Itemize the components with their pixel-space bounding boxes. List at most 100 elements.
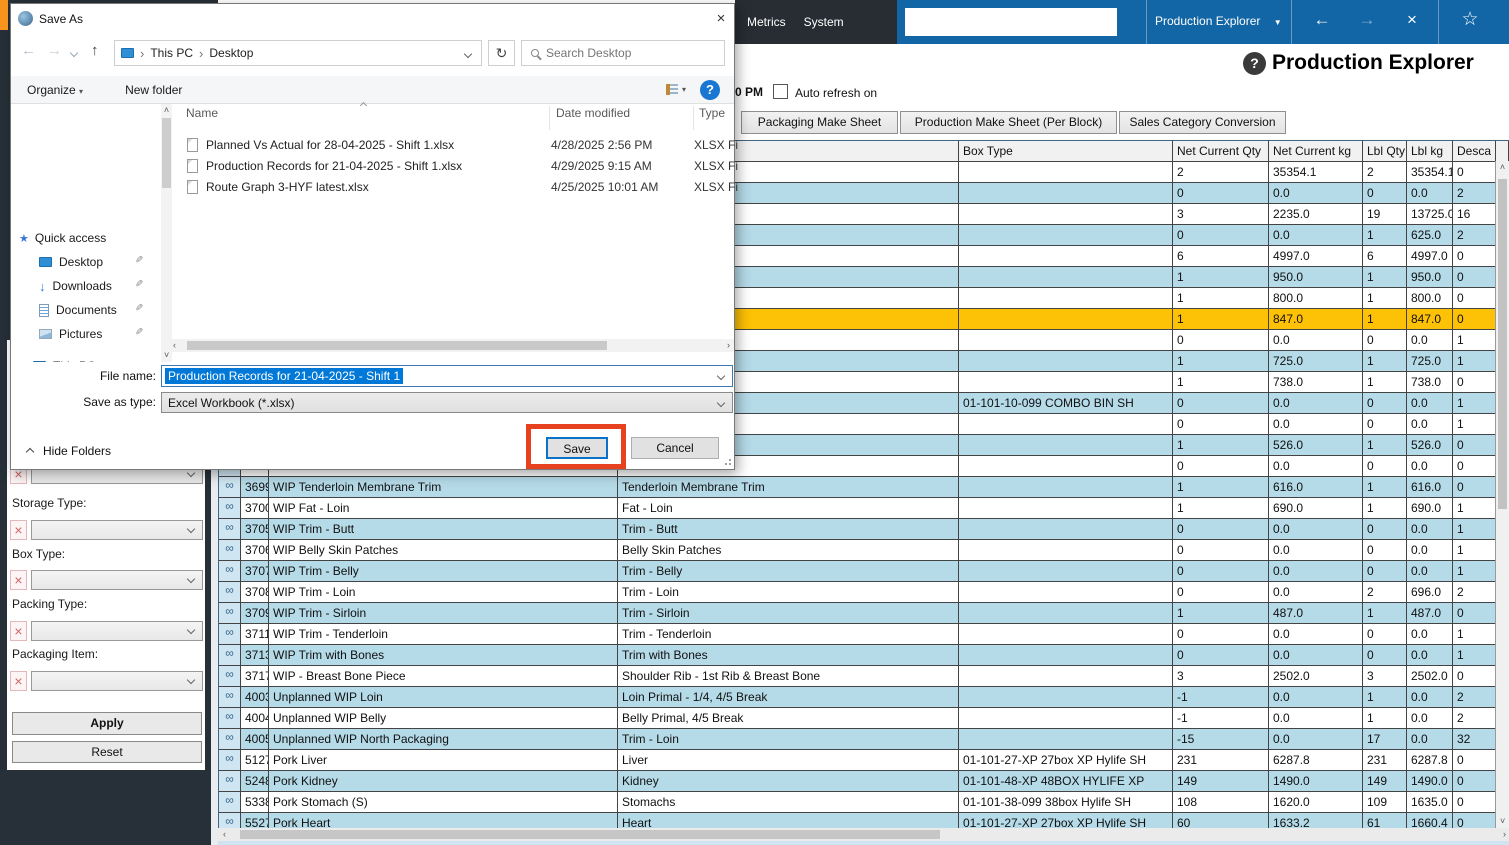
save-type-select[interactable]: Excel Workbook (*.xlsx) [161, 392, 733, 413]
chevron-down-icon[interactable] [717, 399, 725, 407]
new-folder-button[interactable]: New folder [125, 83, 182, 97]
scroll-right-icon[interactable]: › [1503, 828, 1506, 841]
dialog-search-box[interactable] [521, 40, 725, 66]
link-icon[interactable]: ∞ [219, 771, 241, 792]
filter-clear-button[interactable]: × [10, 520, 27, 540]
table-row[interactable]: ∞5527Pork HeartHeart01-101-27-XP 27box X… [219, 813, 1508, 829]
scroll-left-icon[interactable]: ‹ [173, 339, 176, 352]
cancel-button[interactable]: Cancel [631, 437, 719, 459]
file-row[interactable]: Route Graph 3-HYF latest.xlsx4/25/2025 1… [169, 176, 734, 197]
tab-sales-category-conversion[interactable]: Sales Category Conversion [1119, 111, 1286, 134]
table-row[interactable]: ∞3717WIP - Breast Bone PieceShoulder Rib… [219, 666, 1508, 687]
file-name-input[interactable]: Production Records for 21-04-2025 - Shif… [161, 365, 733, 387]
link-icon[interactable]: ∞ [219, 540, 241, 561]
link-icon[interactable]: ∞ [219, 498, 241, 519]
app-search-input[interactable] [905, 8, 1117, 36]
file-row[interactable]: Production Records for 21-04-2025 - Shif… [169, 155, 734, 176]
column-header-lbl-qty[interactable]: Lbl Qty [1363, 141, 1407, 162]
breadcrumb[interactable]: ›This PC›Desktop [114, 40, 482, 66]
column-header-name[interactable]: Name [186, 106, 218, 120]
menu-item-system[interactable]: System [804, 15, 844, 29]
scrollbar-thumb[interactable] [240, 830, 940, 839]
up-arrow-icon[interactable]: ↑ [91, 42, 99, 59]
horizontal-scrollbar[interactable]: ‹ › [218, 828, 1509, 841]
vertical-scrollbar[interactable]: ˄ ˅ [1495, 161, 1509, 828]
close-icon[interactable]: × [709, 9, 733, 29]
view-selector[interactable]: Production Explorer ▼ [1155, 14, 1282, 28]
chevron-down-icon[interactable] [717, 372, 725, 380]
table-row[interactable]: ∞4004Unplanned WIP BellyBelly Primal, 4/… [219, 708, 1508, 729]
breadcrumb-item-desktop[interactable]: Desktop [209, 46, 253, 61]
file-list-hscrollbar[interactable]: ‹ › [169, 339, 734, 352]
table-row[interactable]: ∞3709WIP Trim - SirloinTrim - Sirloin148… [219, 603, 1508, 624]
hide-folders-button[interactable]: Hide Folders [43, 444, 111, 458]
resize-grip[interactable] [723, 459, 731, 467]
scroll-right-icon[interactable]: › [727, 339, 730, 352]
table-row[interactable]: ∞3711WIP Trim - TenderloinTrim - Tenderl… [219, 624, 1508, 645]
filter-dropdown[interactable] [31, 520, 203, 540]
menu-item-metrics[interactable]: Metrics [747, 15, 786, 29]
scrollbar-thumb[interactable] [187, 341, 607, 350]
sidebar-item-desktop[interactable]: Desktop [39, 252, 103, 272]
tab-production-make-sheet-per-block-[interactable]: Production Make Sheet (Per Block) [900, 111, 1117, 134]
table-row[interactable]: ∞5127Pork LiverLiver01-101-27-XP 27box X… [219, 750, 1508, 771]
link-icon[interactable]: ∞ [219, 729, 241, 750]
column-header-net-current-kg[interactable]: Net Current kg [1269, 141, 1363, 162]
table-row[interactable]: ∞3699WIP Tenderloin Membrane TrimTenderl… [219, 477, 1508, 498]
filter-dropdown[interactable] [31, 570, 203, 590]
link-icon[interactable]: ∞ [219, 645, 241, 666]
link-icon[interactable]: ∞ [219, 603, 241, 624]
link-icon[interactable]: ∞ [219, 624, 241, 645]
table-row[interactable]: ∞3708WIP Trim - LoinTrim - Loin00.02696.… [219, 582, 1508, 603]
search-input[interactable] [546, 46, 696, 60]
sidebar-item-this-pc[interactable]: This PC [33, 356, 96, 362]
help-icon[interactable]: ? [1243, 52, 1266, 75]
refresh-icon[interactable]: ↻ [488, 40, 515, 66]
forward-arrow-icon[interactable]: → [1354, 10, 1380, 30]
reset-button[interactable]: Reset [12, 741, 202, 763]
filter-dropdown[interactable] [31, 671, 203, 691]
favorite-star-icon[interactable]: ☆ [1457, 8, 1483, 31]
table-row[interactable]: ∞4003Unplanned WIP LoinLoin Primal - 1/4… [219, 687, 1508, 708]
link-icon[interactable]: ∞ [219, 813, 241, 829]
link-icon[interactable]: ∞ [219, 519, 241, 540]
link-icon[interactable]: ∞ [219, 750, 241, 771]
table-row[interactable]: ∞3707WIP Trim - BellyTrim - Belly00.000.… [219, 561, 1508, 582]
sidebar-item-documents[interactable]: Documents [39, 300, 117, 320]
table-row[interactable]: ∞5248Pork KidneyKidney01-101-48-XP 48BOX… [219, 771, 1508, 792]
view-options-button[interactable]: ▾ [666, 84, 686, 95]
link-icon[interactable]: ∞ [219, 666, 241, 687]
sidebar-item-quick-access[interactable]: ★Quick access [19, 228, 106, 248]
close-icon[interactable]: × [1399, 10, 1425, 30]
table-row[interactable]: ∞5338Pork Stomach (S)Stomachs01-101-38-0… [219, 792, 1508, 813]
link-icon[interactable]: ∞ [219, 582, 241, 603]
table-row[interactable]: ∞3705WIP Trim - ButtTrim - Butt00.000.01 [219, 519, 1508, 540]
sidebar-item-pictures[interactable]: Pictures [39, 324, 102, 344]
apply-button[interactable]: Apply [12, 712, 202, 735]
filter-clear-button[interactable]: × [10, 570, 27, 590]
link-icon[interactable]: ∞ [219, 687, 241, 708]
link-icon[interactable]: ∞ [219, 708, 241, 729]
organize-button[interactable]: Organize ▾ [27, 83, 83, 97]
filter-dropdown[interactable] [31, 621, 203, 641]
breadcrumb-item-this-pc[interactable]: This PC [150, 46, 193, 61]
chevron-down-icon[interactable] [70, 49, 78, 57]
scroll-down-icon[interactable]: ˅ [1500, 815, 1505, 828]
filter-clear-button[interactable]: × [10, 671, 27, 691]
column-header-desc[interactable]: Desca [1453, 141, 1496, 162]
link-icon[interactable]: ∞ [219, 792, 241, 813]
column-header-date[interactable]: Date modified [556, 106, 630, 120]
link-icon[interactable]: ∞ [219, 561, 241, 582]
table-row[interactable]: ∞3713WIP Trim with BonesTrim with Bones0… [219, 645, 1508, 666]
column-header-lbl-kg[interactable]: Lbl kg [1407, 141, 1453, 162]
tab-packaging-make-sheet[interactable]: Packaging Make Sheet [741, 111, 898, 134]
scroll-up-icon[interactable]: ˄ [1496, 161, 1509, 174]
link-icon[interactable]: ∞ [219, 477, 241, 498]
filter-clear-button[interactable]: × [10, 621, 27, 641]
column-header-box-type[interactable]: Box Type [959, 141, 1173, 162]
table-row[interactable]: ∞4005Unplanned WIP North PackagingTrim -… [219, 729, 1508, 750]
scroll-up-icon[interactable]: ˄ [161, 104, 172, 117]
back-arrow-icon[interactable]: ← [21, 42, 36, 59]
help-icon[interactable]: ? [700, 80, 720, 100]
auto-refresh-checkbox[interactable] [773, 84, 788, 99]
